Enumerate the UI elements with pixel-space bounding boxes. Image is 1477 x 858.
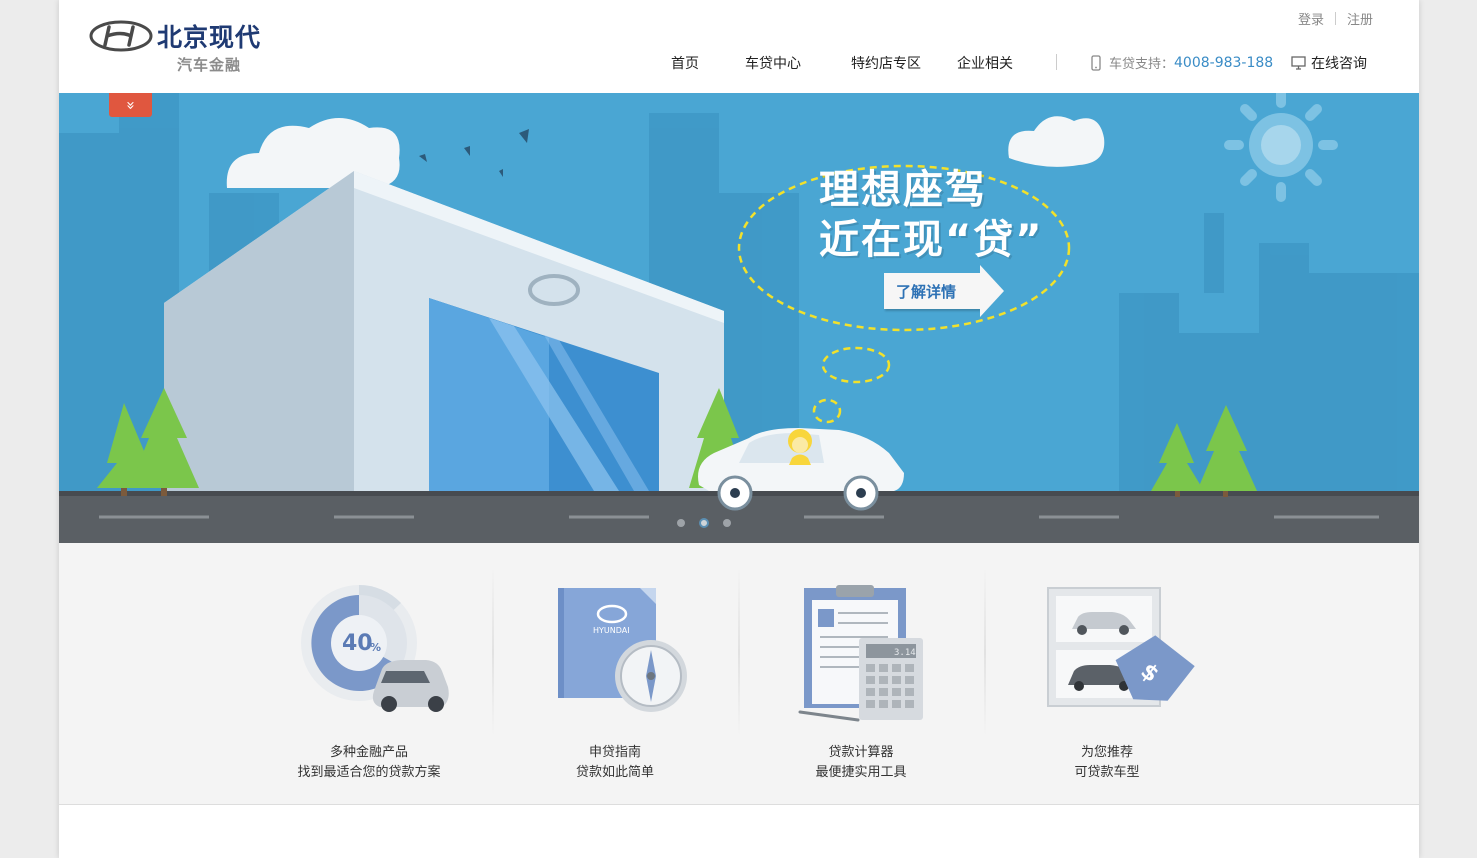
car-showcase-tag-icon: $ xyxy=(984,579,1230,729)
loan-support: 车贷支持： 4008-983-188 xyxy=(1091,53,1273,72)
feature-section: 40 % 多种金融产品 找到最适合您的贷款方案 HYUNDAI 申贷指南 贷款如… xyxy=(59,543,1419,805)
banner-headline-line1: 理想座驾 xyxy=(819,167,987,213)
feature-caption: 为您推荐 可贷款车型 xyxy=(984,743,1230,783)
nav-divider xyxy=(1056,54,1057,70)
feature-financial-products[interactable]: 40 % 多种金融产品 找到最适合您的贷款方案 xyxy=(246,543,492,805)
login-link[interactable]: 登录 xyxy=(1298,9,1324,28)
feature-title: 为您推荐 xyxy=(1080,745,1133,760)
feature-title: 贷款计算器 xyxy=(828,745,894,760)
logo-brand-text: 北京现代 xyxy=(157,23,262,52)
logo-subtitle: 汽车金融 xyxy=(177,56,242,74)
feature-subtitle: 最便捷实用工具 xyxy=(815,765,907,780)
feature-recommended-models[interactable]: $ 为您推荐 可贷款车型 xyxy=(984,543,1230,805)
slide-dot-1[interactable] xyxy=(677,519,685,527)
site-logo[interactable]: 北京现代 汽车金融 xyxy=(89,16,269,76)
nav-item-home[interactable]: 首页 xyxy=(671,53,699,73)
feature-application-guide[interactable]: HYUNDAI 申贷指南 贷款如此简单 xyxy=(492,543,738,805)
main-nav: 首页 车贷中心 特约店专区 企业相关 xyxy=(671,53,1013,73)
pie-percent-unit: % xyxy=(370,641,381,654)
feature-caption: 贷款计算器 最便捷实用工具 xyxy=(738,743,984,783)
auth-links: 登录 注册 xyxy=(1298,9,1373,28)
learn-more-button[interactable]: 了解详情 xyxy=(884,265,1004,317)
banner-headline: 理想座驾 近在现“贷” xyxy=(819,165,1044,265)
nav-item-company[interactable]: 企业相关 xyxy=(957,53,1013,73)
header: 北京现代 汽车金融 登录 注册 首页 车贷中心 特约店专区 企业相关 车贷支持：… xyxy=(59,0,1419,93)
feature-caption: 多种金融产品 找到最适合您的贷款方案 xyxy=(246,743,492,783)
online-consult-link[interactable]: 在线咨询 xyxy=(1291,53,1367,73)
monitor-icon xyxy=(1291,56,1306,70)
footer-area xyxy=(59,805,1419,858)
feature-subtitle: 找到最适合您的贷款方案 xyxy=(297,765,441,780)
support-label: 车贷支持： xyxy=(1109,57,1175,72)
book-label: HYUNDAI xyxy=(593,626,630,635)
page: 北京现代 汽车金融 登录 注册 首页 车贷中心 特约店专区 企业相关 车贷支持：… xyxy=(59,0,1419,858)
banner-headline-line2: 近在现“贷” xyxy=(819,217,1044,263)
hero-banner[interactable]: 理想座驾 近在现“贷” 了解详情 » xyxy=(59,93,1419,543)
feature-subtitle: 贷款如此简单 xyxy=(575,765,654,780)
nav-item-dealer-zone[interactable]: 特约店专区 xyxy=(851,53,921,73)
feature-caption: 申贷指南 贷款如此简单 xyxy=(492,743,738,783)
nav-item-loan-center[interactable]: 车贷中心 xyxy=(745,53,801,73)
feature-title: 多种金融产品 xyxy=(329,745,408,760)
calculator-display: 3.14 xyxy=(894,648,916,658)
feature-loan-calculator[interactable]: 3.14 贷款计算器 最便捷实用工具 xyxy=(738,543,984,805)
double-chevron-down-icon: » xyxy=(122,100,140,110)
pie-chart-car-icon: 40 % xyxy=(246,579,492,729)
slide-indicators xyxy=(677,518,731,528)
auth-divider xyxy=(1334,12,1336,25)
collapse-toggle-button[interactable]: » xyxy=(109,93,152,117)
clipboard-calculator-icon: 3.14 xyxy=(738,579,984,729)
hyundai-logo-icon xyxy=(89,20,153,52)
pie-percent-value: 40 xyxy=(342,631,373,656)
feature-title: 申贷指南 xyxy=(588,745,641,760)
feature-subtitle: 可贷款车型 xyxy=(1074,765,1140,780)
support-phone[interactable]: 4008-983-188 xyxy=(1174,55,1273,71)
banner-illustration xyxy=(59,93,1419,543)
online-consult-label: 在线咨询 xyxy=(1311,56,1367,72)
register-link[interactable]: 注册 xyxy=(1347,9,1373,28)
mobile-phone-icon xyxy=(1091,54,1101,71)
guidebook-compass-icon: HYUNDAI xyxy=(492,579,738,729)
slide-dot-3[interactable] xyxy=(723,519,731,527)
slide-dot-2[interactable] xyxy=(699,518,709,528)
